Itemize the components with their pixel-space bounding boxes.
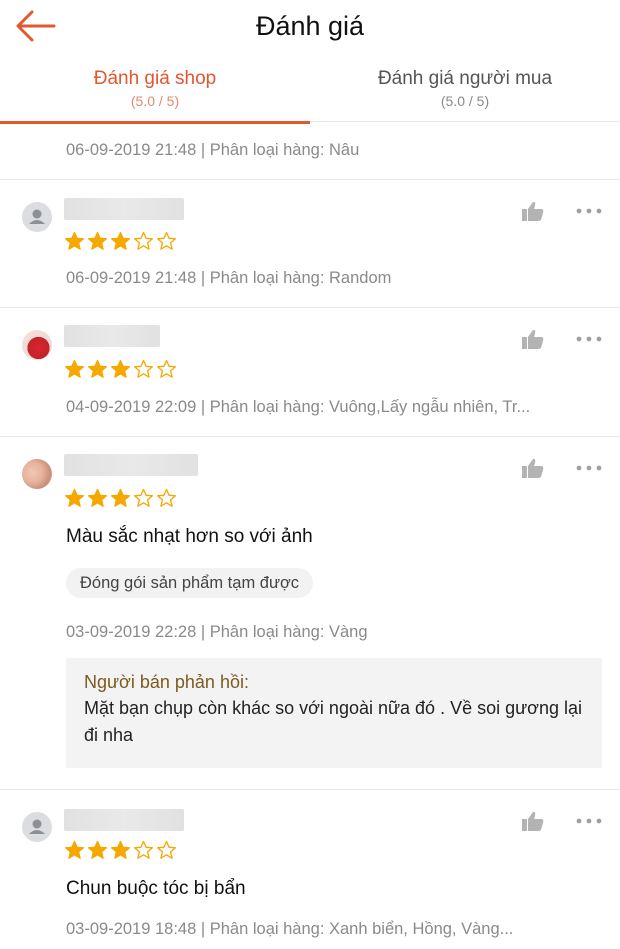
avatar[interactable] xyxy=(22,459,52,489)
thumbs-up-icon xyxy=(522,811,544,831)
active-tab-indicator xyxy=(0,121,310,124)
review-meta: 03-09-2019 18:48 | Phân loại hàng: Xanh … xyxy=(66,920,514,938)
review-tabs: Đánh giá shop (5.0 / 5) Đánh giá người m… xyxy=(0,58,620,124)
tab-rating: (5.0 / 5) xyxy=(130,93,180,109)
reviewer-name-redacted xyxy=(64,325,160,347)
like-button[interactable] xyxy=(521,328,545,350)
more-icon xyxy=(576,465,602,471)
star-empty-icon xyxy=(156,840,177,860)
thumbs-up-icon xyxy=(522,201,544,221)
divider xyxy=(0,789,620,790)
more-icon xyxy=(576,818,602,824)
star-rating xyxy=(64,359,179,379)
more-options-button[interactable] xyxy=(574,460,604,476)
star-rating xyxy=(64,488,179,508)
user-icon xyxy=(29,209,45,224)
review-comment: Màu sắc nhạt hơn so với ảnh xyxy=(66,526,313,547)
star-empty-icon xyxy=(133,359,154,379)
star-filled-icon xyxy=(87,359,108,379)
tab-buyer-reviews[interactable]: Đánh giá người mua (5.0 / 5) xyxy=(310,58,620,122)
star-empty-icon xyxy=(133,231,154,251)
star-filled-icon xyxy=(110,840,131,860)
star-filled-icon xyxy=(110,488,131,508)
star-filled-icon xyxy=(87,231,108,251)
review-comment: Chun buộc tóc bị bẩn xyxy=(66,878,246,899)
star-filled-icon xyxy=(64,840,85,860)
tab-label: Đánh giá shop xyxy=(93,68,217,89)
star-rating xyxy=(64,840,179,860)
seller-reply-title: Người bán phản hồi: xyxy=(84,672,249,692)
review-meta: 06-09-2019 21:48 | Phân loại hàng: Rando… xyxy=(66,269,392,287)
more-options-button[interactable] xyxy=(574,331,604,347)
seller-reply-text: Mặt bạn chụp còn khác so với ngoài nữa đ… xyxy=(84,698,582,745)
thumbs-up-icon xyxy=(522,329,544,349)
star-rating xyxy=(64,231,179,251)
page-title: Đánh giá xyxy=(255,11,365,41)
star-empty-icon xyxy=(133,840,154,860)
star-filled-icon xyxy=(110,359,131,379)
star-empty-icon xyxy=(156,359,177,379)
more-options-button[interactable] xyxy=(574,813,604,829)
more-icon xyxy=(576,336,602,342)
seller-reply: Người bán phản hồi: Mặt bạn chụp còn khá… xyxy=(66,658,602,768)
tab-label: Đánh giá người mua xyxy=(377,68,553,89)
star-filled-icon xyxy=(64,359,85,379)
reviewer-name-redacted xyxy=(64,809,184,831)
star-filled-icon xyxy=(87,488,108,508)
user-icon xyxy=(29,819,45,834)
avatar[interactable] xyxy=(22,202,52,232)
star-empty-icon xyxy=(133,488,154,508)
divider xyxy=(0,179,620,180)
avatar[interactable] xyxy=(22,812,52,842)
like-button[interactable] xyxy=(521,457,545,479)
star-empty-icon xyxy=(156,231,177,251)
app-header: Đánh giá xyxy=(0,0,620,52)
reviewer-name-redacted xyxy=(64,198,184,220)
star-filled-icon xyxy=(64,231,85,251)
star-filled-icon xyxy=(87,840,108,860)
review-meta: 06-09-2019 21:48 | Phân loại hàng: Nâu xyxy=(66,141,360,159)
tab-shop-reviews[interactable]: Đánh giá shop (5.0 / 5) xyxy=(0,58,310,124)
divider xyxy=(0,307,620,308)
like-button[interactable] xyxy=(521,200,545,222)
star-filled-icon xyxy=(110,231,131,251)
review-tag: Đóng gói sản phẩm tạm được xyxy=(66,568,314,598)
review-meta: 04-09-2019 22:09 | Phân loại hàng: Vuông… xyxy=(66,398,531,416)
star-empty-icon xyxy=(156,488,177,508)
avatar[interactable] xyxy=(22,330,52,360)
divider xyxy=(0,436,620,437)
tab-rating: (5.0 / 5) xyxy=(440,93,490,109)
more-icon xyxy=(576,208,602,214)
thumbs-up-icon xyxy=(522,458,544,478)
like-button[interactable] xyxy=(521,810,545,832)
review-meta: 03-09-2019 22:28 | Phân loại hàng: Vàng xyxy=(66,623,368,641)
reviewer-name-redacted xyxy=(64,454,198,476)
star-filled-icon xyxy=(64,488,85,508)
more-options-button[interactable] xyxy=(574,203,604,219)
